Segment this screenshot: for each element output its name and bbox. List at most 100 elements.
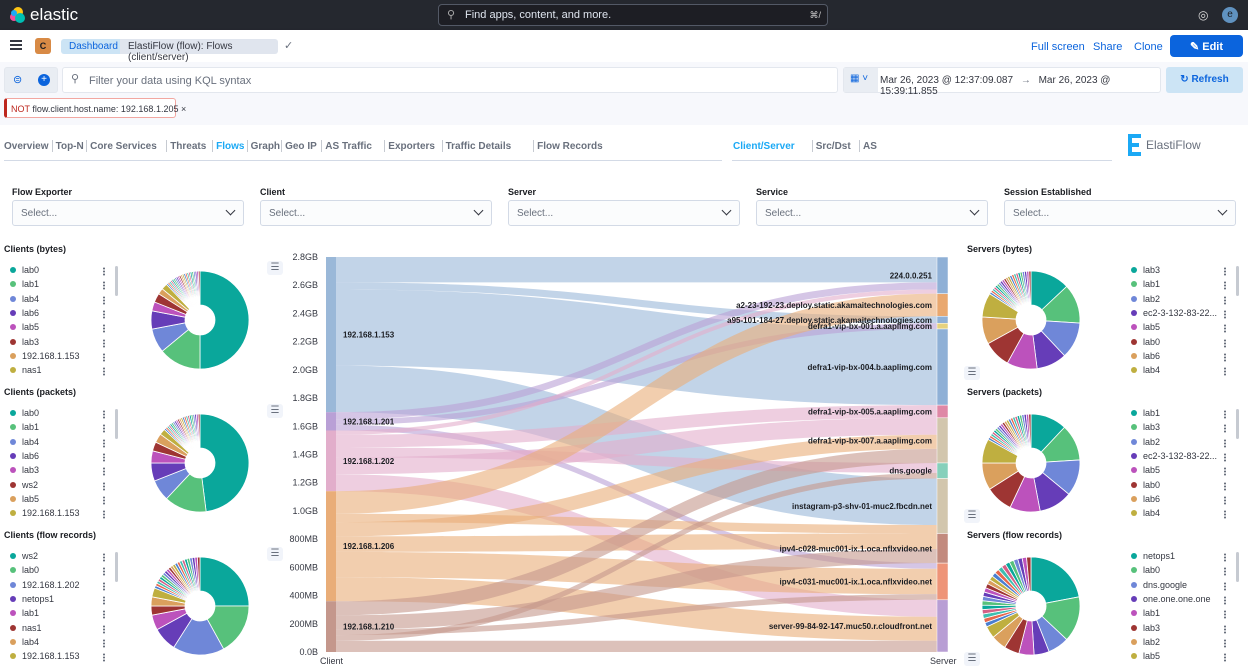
legend-item[interactable]: 192.168.1.202 xyxy=(10,580,80,594)
server-node[interactable] xyxy=(936,533,949,564)
legend-item[interactable]: lab4 xyxy=(10,637,39,651)
kebab-menu-icon[interactable] xyxy=(103,367,105,377)
legend-item[interactable]: lab3 xyxy=(1131,623,1160,637)
kebab-menu-icon[interactable] xyxy=(1224,610,1226,620)
legend-item[interactable]: lab1 xyxy=(10,608,39,622)
kebab-menu-icon[interactable] xyxy=(1224,467,1226,477)
kebab-menu-icon[interactable] xyxy=(103,653,105,663)
legend-item[interactable]: lab4 xyxy=(1131,508,1160,522)
legend-item[interactable]: nas1 xyxy=(10,365,42,379)
kebab-menu-icon[interactable] xyxy=(103,267,105,276)
legend-item[interactable]: ws2 xyxy=(10,551,38,565)
kebab-menu-icon[interactable] xyxy=(1224,638,1226,648)
kebab-menu-icon[interactable] xyxy=(103,410,105,419)
kebab-menu-icon[interactable] xyxy=(103,581,105,591)
kebab-menu-icon[interactable] xyxy=(103,481,105,491)
kebab-menu-icon[interactable] xyxy=(103,338,105,348)
server-node[interactable] xyxy=(936,293,949,317)
legend-item[interactable]: lab1 xyxy=(10,279,39,293)
legend-item[interactable]: lab5 xyxy=(10,322,39,336)
elastic-logo-icon[interactable] xyxy=(8,6,26,24)
legend-item[interactable]: netops1 xyxy=(1131,551,1175,565)
legend-item[interactable]: lab0 xyxy=(1131,480,1160,494)
client-node[interactable] xyxy=(326,430,336,492)
legend-item[interactable]: one.one.one.one xyxy=(1131,594,1211,608)
legend-item[interactable]: ec2-3-132-83-22... xyxy=(1131,308,1217,322)
kebab-menu-icon[interactable] xyxy=(1224,510,1226,520)
kebab-menu-icon[interactable] xyxy=(1224,281,1226,291)
full-screen-button[interactable]: Full screen xyxy=(1031,41,1085,53)
pie-slice[interactable] xyxy=(199,413,250,513)
legend-item[interactable]: lab2 xyxy=(1131,637,1160,651)
server-node[interactable] xyxy=(936,323,949,330)
kebab-menu-icon[interactable] xyxy=(103,309,105,319)
legend-item[interactable]: lab3 xyxy=(10,337,39,351)
refresh-button[interactable]: ↻ Refresh xyxy=(1166,67,1243,93)
kebab-menu-icon[interactable] xyxy=(1224,324,1226,334)
kebab-menu-icon[interactable] xyxy=(1224,581,1226,591)
client-node[interactable] xyxy=(326,491,336,602)
kebab-menu-icon[interactable] xyxy=(1224,595,1226,605)
space-avatar[interactable]: C xyxy=(35,38,51,54)
legend-item[interactable]: lab4 xyxy=(10,437,39,451)
control-select-flow-exporter[interactable]: Select... xyxy=(12,200,244,226)
tab-top-n[interactable]: Top-N xyxy=(56,141,84,152)
tab-graph[interactable]: Graph xyxy=(251,141,280,152)
control-select-client[interactable]: Select... xyxy=(260,200,492,226)
calendar-icon[interactable]: ▦ ˅ xyxy=(844,68,878,92)
legend-item[interactable]: 192.168.1.153 xyxy=(10,651,80,665)
legend-item[interactable]: lab1 xyxy=(1131,408,1160,422)
kebab-menu-icon[interactable] xyxy=(1224,481,1226,491)
server-node[interactable] xyxy=(936,478,949,534)
kebab-menu-icon[interactable] xyxy=(103,295,105,305)
kebab-menu-icon[interactable] xyxy=(1224,338,1226,348)
legend-item[interactable]: 192.168.1.153 xyxy=(10,508,80,522)
legend-item[interactable]: lab6 xyxy=(1131,494,1160,508)
legend-item[interactable]: lab6 xyxy=(10,308,39,322)
legend-item[interactable]: lab3 xyxy=(1131,422,1160,436)
pie-slice[interactable] xyxy=(199,556,250,607)
tab-as-traffic[interactable]: AS Traffic xyxy=(325,141,372,152)
kebab-menu-icon[interactable] xyxy=(1224,309,1226,319)
legend-item[interactable]: netops1 xyxy=(10,594,54,608)
server-node[interactable] xyxy=(936,256,949,294)
legend-item[interactable]: 192.168.1.153 xyxy=(10,351,80,365)
sankey-link[interactable] xyxy=(336,257,937,283)
legend-item[interactable]: ws2 xyxy=(10,480,38,494)
kebab-menu-icon[interactable] xyxy=(103,438,105,448)
kebab-menu-icon[interactable] xyxy=(1224,553,1226,562)
tab-threats[interactable]: Threats xyxy=(170,141,206,152)
kebab-menu-icon[interactable] xyxy=(103,467,105,477)
kebab-menu-icon[interactable] xyxy=(1224,352,1226,362)
kebab-menu-icon[interactable] xyxy=(1224,367,1226,377)
kebab-menu-icon[interactable] xyxy=(103,510,105,520)
server-node[interactable] xyxy=(936,404,949,419)
legend-scrollbar[interactable] xyxy=(1236,552,1239,582)
tab-flow-records[interactable]: Flow Records xyxy=(537,141,603,152)
kebab-menu-icon[interactable] xyxy=(103,281,105,291)
legend-scrollbar[interactable] xyxy=(1236,409,1239,439)
legend-item[interactable]: lab4 xyxy=(1131,365,1160,379)
kebab-menu-icon[interactable] xyxy=(103,424,105,434)
legend-item[interactable]: lab2 xyxy=(1131,437,1160,451)
tab-geo-ip[interactable]: Geo IP xyxy=(285,141,317,152)
legend-item[interactable]: lab5 xyxy=(1131,322,1160,336)
legend-item[interactable]: dns.google xyxy=(1131,580,1187,594)
pie-slice[interactable] xyxy=(1030,556,1080,604)
legend-item[interactable]: lab1 xyxy=(1131,608,1160,622)
brand-name[interactable]: elastic xyxy=(30,5,78,25)
kebab-menu-icon[interactable] xyxy=(103,638,105,648)
tab-traffic-details[interactable]: Traffic Details xyxy=(446,141,512,152)
legend-item[interactable]: nas1 xyxy=(10,623,42,637)
kebab-menu-icon[interactable] xyxy=(1224,295,1226,305)
kebab-menu-icon[interactable] xyxy=(103,324,105,334)
legend-item[interactable]: lab0 xyxy=(10,408,39,422)
legend-item[interactable]: lab3 xyxy=(10,465,39,479)
global-search-input[interactable]: ⚲ Find apps, content, and more. ⌘/ xyxy=(438,4,828,26)
kebab-menu-icon[interactable] xyxy=(1224,267,1226,276)
time-start[interactable]: Mar 26, 2023 @ 12:37:09.087 xyxy=(880,75,1013,86)
legend-scrollbar[interactable] xyxy=(115,552,118,582)
kebab-menu-icon[interactable] xyxy=(103,553,105,562)
tab-overview[interactable]: Overview xyxy=(4,141,48,152)
legend-scrollbar[interactable] xyxy=(115,409,118,439)
